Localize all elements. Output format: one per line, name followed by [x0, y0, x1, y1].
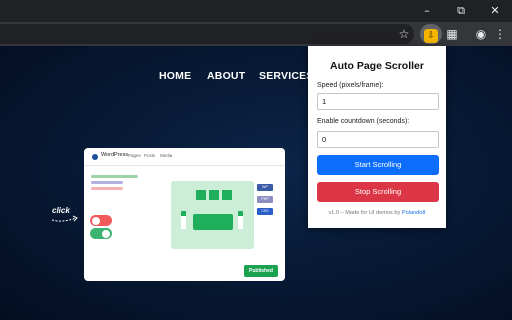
speed-input[interactable] [317, 93, 439, 110]
auto-page-scroller-popup: Auto Page Scroller Speed (pixels/frame):… [308, 46, 446, 228]
extensions-puzzle-icon[interactable]: ▦ [442, 24, 462, 44]
placeholder-line [91, 187, 123, 190]
illustration-pillar [181, 211, 186, 229]
minimize-icon[interactable]: – [410, 0, 444, 22]
nav-home-link[interactable]: HOME [159, 70, 191, 82]
card-tab: Pages [128, 153, 141, 158]
illustration-block [222, 190, 232, 200]
illustration-box [193, 214, 233, 230]
address-bar[interactable] [0, 24, 414, 44]
nav-services-link[interactable]: SERVICES [259, 70, 314, 82]
click-arrow-icon [51, 215, 78, 222]
tag-badge: CSS [257, 208, 273, 215]
illustration-block [196, 190, 206, 200]
website-builder-illustration [171, 181, 254, 249]
tag-badge: PHP [257, 196, 273, 203]
placeholder-line [91, 175, 138, 178]
toggle-on [90, 228, 112, 239]
card-tab: Media [160, 153, 173, 158]
popup-title: Auto Page Scroller [330, 60, 424, 72]
card-tab: Posts [144, 153, 156, 158]
popup-footer: v1.0 – Made for UI demos by Polando8 [308, 210, 446, 216]
start-scrolling-button[interactable]: Start Scrolling [317, 155, 439, 175]
card-header: WordPress Pages Posts Media [84, 148, 285, 166]
published-button: Published [244, 265, 278, 277]
illustration-block [209, 190, 219, 200]
kebab-menu-icon[interactable]: ⋮ [490, 24, 510, 44]
wordpress-logo-icon [92, 154, 98, 160]
maximize-icon[interactable]: ⧉ [444, 0, 478, 22]
footer-text: v1.0 – Made for UI demos by [328, 210, 402, 216]
close-icon[interactable]: ✕ [478, 0, 512, 22]
speed-label: Speed (pixels/frame): [317, 82, 384, 89]
countdown-input[interactable] [317, 131, 439, 148]
star-icon[interactable]: ☆ [394, 24, 414, 44]
auto-scroll-extension-icon[interactable]: ⇩ [420, 24, 442, 44]
card-brand: WordPress [101, 152, 129, 158]
countdown-label: Enable countdown (seconds): [317, 118, 410, 125]
illustration-pillar [238, 211, 243, 229]
author-link[interactable]: Polando8 [402, 210, 426, 216]
nav-about-link[interactable]: ABOUT [207, 70, 245, 82]
tag-badge: WP [257, 184, 273, 191]
placeholder-line [91, 181, 123, 184]
profile-icon[interactable]: ◉ [471, 24, 491, 44]
toggle-off [90, 215, 112, 226]
wordpress-illustration-card: WordPress Pages Posts Media WP PHP CSS P… [84, 148, 285, 281]
stop-scrolling-button[interactable]: Stop Scrolling [317, 182, 439, 202]
